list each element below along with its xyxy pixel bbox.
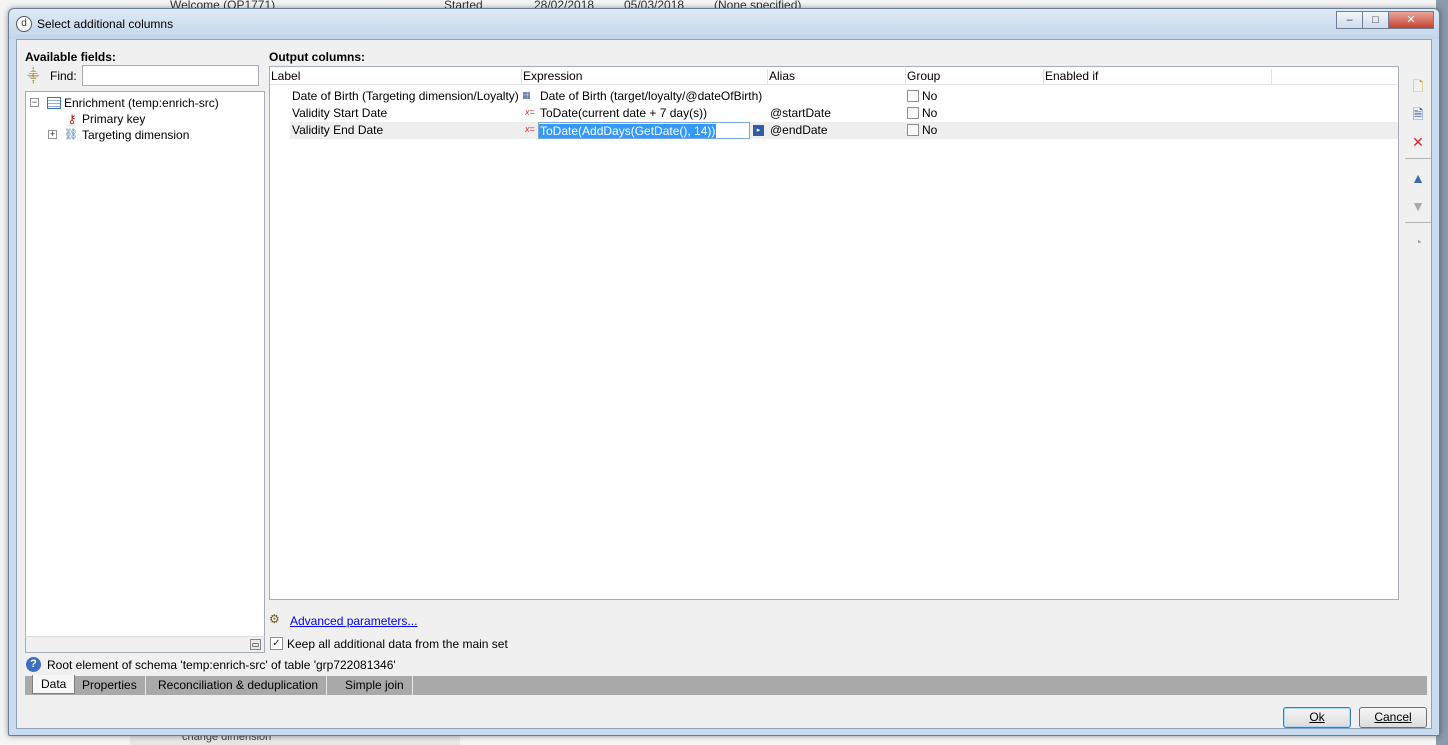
keep-data-label: Keep all additional data from the main s… <box>287 637 508 651</box>
expand-icon[interactable]: + <box>48 130 57 139</box>
minimize-button[interactable]: – <box>1336 11 1362 29</box>
table-row[interactable]: Validity End Date x= ToDate(AddDays(GetD… <box>290 122 1398 139</box>
move-down-icon[interactable]: ▼ <box>1410 198 1426 214</box>
output-columns-grid[interactable]: Label Expression Alias Group Enabled if … <box>269 66 1399 600</box>
expression-icon: x= <box>525 124 535 134</box>
cancel-button[interactable]: Cancel <box>1359 707 1427 728</box>
close-button[interactable]: ✕ <box>1388 11 1434 29</box>
app-icon: d <box>16 16 32 32</box>
tree-footer: ▭ <box>25 636 265 653</box>
field-icon: ▦ <box>522 90 531 100</box>
toolbar-separator <box>1405 158 1431 159</box>
tab-properties[interactable]: Properties <box>74 676 146 695</box>
sort-icon[interactable]: ◔ <box>1410 234 1426 250</box>
find-input[interactable] <box>82 65 259 86</box>
group-value: No <box>922 106 938 120</box>
advanced-parameters-icon: ⚙ <box>269 612 280 626</box>
expression-editor[interactable]: ToDate(AddDays(GetDate(), 14)) <box>538 122 750 139</box>
delete-icon[interactable]: ✕ <box>1410 134 1426 150</box>
tab-data[interactable]: Data <box>32 675 76 694</box>
group-value: No <box>922 123 938 137</box>
row-expression: Date of Birth (target/loyalty/@dateOfBir… <box>540 89 763 103</box>
table-row[interactable]: Date of Birth (Targeting dimension/Loyal… <box>290 88 1398 105</box>
ok-button[interactable]: Ok <box>1283 707 1351 728</box>
toolbar-separator <box>1405 222 1431 223</box>
link-icon: ⛓ <box>64 129 78 141</box>
column-header-expression[interactable]: Expression <box>522 69 768 85</box>
column-header-alias[interactable]: Alias <box>768 69 906 85</box>
group-checkbox[interactable] <box>907 124 919 136</box>
edit-column-icon[interactable]: 🗎 <box>1410 106 1426 122</box>
row-label: Date of Birth (Targeting dimension/Loyal… <box>292 89 519 103</box>
row-expression: ToDate(current date + 7 day(s)) <box>540 106 708 120</box>
row-alias: @startDate <box>770 106 831 120</box>
advanced-parameters-link[interactable]: Advanced parameters... <box>290 614 417 628</box>
column-header-enabled-if[interactable]: Enabled if <box>1044 69 1272 85</box>
group-checkbox[interactable] <box>907 90 919 102</box>
tree-item-label: Targeting dimension <box>82 128 190 142</box>
move-up-icon[interactable]: ▲ <box>1410 170 1426 186</box>
table-row[interactable]: Validity Start Date x= ToDate(current da… <box>290 105 1398 122</box>
column-header-label[interactable]: Label <box>270 69 522 85</box>
output-columns-title: Output columns: <box>269 50 365 64</box>
tab-simple-join[interactable]: Simple join <box>337 676 413 695</box>
group-value: No <box>922 89 938 103</box>
tree-options-icon[interactable]: ▭ <box>250 639 261 650</box>
keep-data-checkbox[interactable]: ✓ <box>270 637 283 650</box>
tree-item-label: Primary key <box>82 112 146 126</box>
help-icon: ? <box>26 657 41 672</box>
collapse-icon[interactable]: − <box>30 98 39 107</box>
title-bar[interactable]: d Select additional columns – □ ✕ <box>9 9 1439 39</box>
maximize-button[interactable]: □ <box>1362 11 1388 29</box>
row-label: Validity End Date <box>292 123 384 137</box>
find-label: Find: <box>50 69 77 83</box>
row-label: Validity Start Date <box>292 106 388 120</box>
select-columns-dialog: d Select additional columns – □ ✕ Availa… <box>8 8 1440 736</box>
group-checkbox[interactable] <box>907 107 919 119</box>
available-fields-title: Available fields: <box>25 50 116 64</box>
table-icon <box>47 97 61 109</box>
expression-icon: x= <box>525 107 535 117</box>
status-text: Root element of schema 'temp:enrich-src'… <box>47 658 396 672</box>
dialog-body: Available fields: ⸎ Find: − Enrichment (… <box>16 39 1432 729</box>
add-column-icon[interactable]: 🗋 <box>1410 78 1426 94</box>
expression-selected-text[interactable]: ToDate(AddDays(GetDate(), 14)) <box>539 124 717 138</box>
window-controls: – □ ✕ <box>1336 11 1434 29</box>
tab-bar: Data Properties Reconciliation & dedupli… <box>25 675 1427 695</box>
fields-tree[interactable]: − Enrichment (temp:enrich-src) ⚷ Primary… <box>25 91 265 653</box>
dialog-title: Select additional columns <box>37 17 174 31</box>
grid-header: Label Expression Alias Group Enabled if <box>270 67 1398 85</box>
expression-builder-icon[interactable]: ▸ <box>753 125 764 136</box>
tab-reconciliation[interactable]: Reconciliation & deduplication <box>150 676 328 695</box>
key-icon: ⚷ <box>67 112 77 126</box>
find-icon: ⸎ <box>27 69 40 83</box>
tree-item-label: Enrichment (temp:enrich-src) <box>64 96 219 110</box>
column-header-group[interactable]: Group <box>906 69 1044 85</box>
row-alias: @endDate <box>770 123 828 137</box>
